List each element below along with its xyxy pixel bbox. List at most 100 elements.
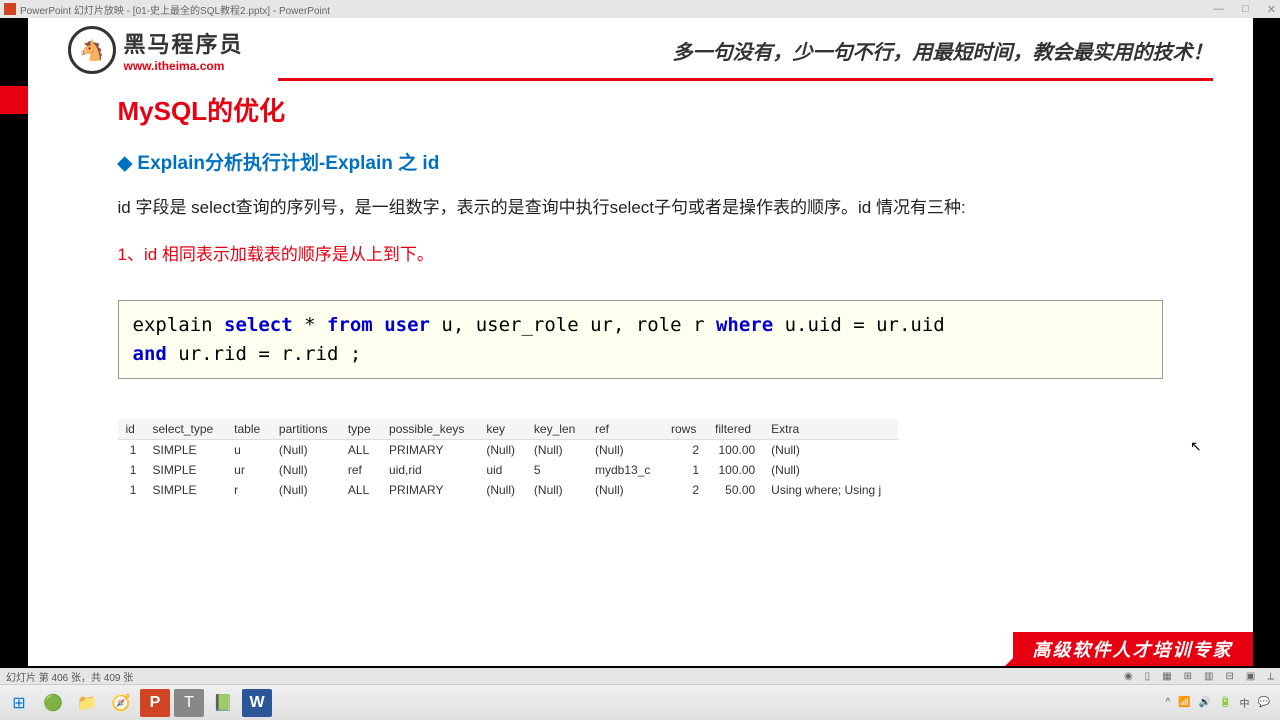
table-cell: 50.00 bbox=[707, 480, 763, 500]
explain-result-table: idselect_typetablepartitionstypepossible… bbox=[118, 419, 1163, 500]
view-icon[interactable]: ⟂ bbox=[1267, 671, 1274, 682]
window-title-bar: PowerPoint 幻灯片放映 - [01-史上最全的SQL教程2.pptx]… bbox=[0, 0, 1280, 18]
table-cell: (Null) bbox=[587, 480, 663, 500]
description: id 字段是 select查询的序列号，是一组数字，表示的是查询中执行selec… bbox=[118, 193, 1163, 224]
tray-battery-icon[interactable]: 🔋 bbox=[1219, 697, 1231, 708]
table-header: select_type bbox=[144, 419, 226, 440]
chrome-icon[interactable]: 🟢 bbox=[38, 689, 68, 717]
view-icon[interactable]: ◉ bbox=[1124, 671, 1133, 682]
table-header: filtered bbox=[707, 419, 763, 440]
table-cell: r bbox=[226, 480, 271, 500]
system-tray[interactable]: ^ 📶 🔊 🔋 中 💬 bbox=[1165, 695, 1276, 710]
text-app-icon[interactable]: T bbox=[174, 689, 204, 717]
table-cell: mydb13_c bbox=[587, 460, 663, 480]
table-cell: u bbox=[226, 440, 271, 461]
slide-header: 🐴 黑马程序员 www.itheima.com 多一句没有，少一句不行，用最短时… bbox=[28, 18, 1253, 74]
tray-volume-icon[interactable]: 🔊 bbox=[1199, 697, 1211, 708]
windows-taskbar[interactable]: ⊞ 🟢 📁 🧭 P T 📗 W ^ 📶 🔊 🔋 中 💬 bbox=[0, 684, 1280, 720]
table-header: possible_keys bbox=[381, 419, 478, 440]
word-icon[interactable]: W bbox=[242, 689, 272, 717]
table-cell: ALL bbox=[340, 480, 381, 500]
table-cell: 100.00 bbox=[707, 440, 763, 461]
table-cell: SIMPLE bbox=[144, 480, 226, 500]
table-cell: 2 bbox=[663, 480, 707, 500]
view-icon[interactable]: ▯ bbox=[1145, 671, 1151, 682]
slide-show-area[interactable]: 🐴 黑马程序员 www.itheima.com 多一句没有，少一句不行，用最短时… bbox=[0, 18, 1280, 668]
red-side-tab bbox=[0, 86, 28, 114]
powerpoint-icon bbox=[4, 3, 16, 15]
table-row: 1SIMPLEr(Null)ALLPRIMARY(Null)(Null)(Nul… bbox=[118, 480, 898, 500]
table-cell: 1 bbox=[663, 460, 707, 480]
browser-icon[interactable]: 🧭 bbox=[106, 689, 136, 717]
table-cell: (Null) bbox=[763, 440, 897, 461]
table-cell: (Null) bbox=[526, 440, 587, 461]
mouse-cursor-icon: ↖ bbox=[1190, 438, 1202, 455]
table-cell: ur bbox=[226, 460, 271, 480]
powerpoint-taskbar-icon[interactable]: P bbox=[140, 689, 170, 717]
table-cell: SIMPLE bbox=[144, 440, 226, 461]
table-header: ref bbox=[587, 419, 663, 440]
file-explorer-icon[interactable]: 📁 bbox=[72, 689, 102, 717]
app-icon[interactable]: 📗 bbox=[208, 689, 238, 717]
view-icon[interactable]: ⊞ bbox=[1184, 671, 1192, 682]
view-icon[interactable]: ▦ bbox=[1162, 671, 1171, 682]
table-row: 1SIMPLEu(Null)ALLPRIMARY(Null)(Null)(Nul… bbox=[118, 440, 898, 461]
status-bar: 幻灯片 第 406 张，共 409 张 ◉ ▯ ▦ ⊞ ▥ ⊟ ▣ ⟂ bbox=[0, 668, 1280, 684]
table-cell: (Null) bbox=[763, 460, 897, 480]
sub-title: Explain分析执行计划-Explain 之 id bbox=[118, 148, 1163, 175]
table-cell: 5 bbox=[526, 460, 587, 480]
window-controls: — □ ✕ bbox=[1213, 3, 1276, 16]
table-header: key_len bbox=[526, 419, 587, 440]
table-cell: uid,rid bbox=[381, 460, 478, 480]
slogan-text: 多一句没有，少一句不行，用最短时间，教会最实用的技术！ bbox=[673, 36, 1213, 65]
table-cell: (Null) bbox=[271, 460, 340, 480]
table-cell: Using where; Using j bbox=[763, 480, 897, 500]
logo-icon: 🐴 bbox=[68, 26, 116, 74]
view-icon[interactable]: ▣ bbox=[1246, 671, 1255, 682]
table-cell: 1 bbox=[118, 460, 145, 480]
tray-wifi-icon[interactable]: 📶 bbox=[1178, 697, 1190, 708]
table-header: table bbox=[226, 419, 271, 440]
table-cell: (Null) bbox=[478, 440, 526, 461]
window-title: PowerPoint 幻灯片放映 - [01-史上最全的SQL教程2.pptx]… bbox=[20, 2, 330, 17]
table-cell: 1 bbox=[118, 440, 145, 461]
table-cell: uid bbox=[478, 460, 526, 480]
table-cell: (Null) bbox=[271, 440, 340, 461]
table-header: id bbox=[118, 419, 145, 440]
start-button[interactable]: ⊞ bbox=[4, 689, 34, 717]
table-header: partitions bbox=[271, 419, 340, 440]
table-header: Extra bbox=[763, 419, 897, 440]
tray-notification-icon[interactable]: 💬 bbox=[1258, 697, 1270, 708]
table-cell: ALL bbox=[340, 440, 381, 461]
table-header: key bbox=[478, 419, 526, 440]
table-header: type bbox=[340, 419, 381, 440]
view-icon[interactable]: ⊟ bbox=[1225, 671, 1233, 682]
table-cell: 100.00 bbox=[707, 460, 763, 480]
view-icon[interactable]: ▥ bbox=[1204, 671, 1213, 682]
close-button[interactable]: ✕ bbox=[1267, 3, 1276, 16]
table-cell: (Null) bbox=[271, 480, 340, 500]
logo-block: 🐴 黑马程序员 www.itheima.com bbox=[68, 26, 244, 74]
footer-banner: 高级软件人才培训专家 bbox=[1013, 632, 1253, 666]
table-cell: SIMPLE bbox=[144, 460, 226, 480]
table-cell: (Null) bbox=[478, 480, 526, 500]
tray-chevron-icon[interactable]: ^ bbox=[1165, 697, 1170, 708]
slide-body: MySQL的优化 Explain分析执行计划-Explain 之 id id 字… bbox=[28, 81, 1253, 500]
maximize-button[interactable]: □ bbox=[1242, 3, 1249, 16]
minimize-button[interactable]: — bbox=[1213, 3, 1224, 16]
logo-text-cn: 黑马程序员 bbox=[124, 27, 244, 59]
table-cell: ref bbox=[340, 460, 381, 480]
red-note: 1、id 相同表示加载表的顺序是从上到下。 bbox=[118, 240, 1163, 271]
main-title: MySQL的优化 bbox=[118, 91, 1163, 128]
table-cell: PRIMARY bbox=[381, 480, 478, 500]
table-cell: 2 bbox=[663, 440, 707, 461]
table-cell: 1 bbox=[118, 480, 145, 500]
table-row: 1SIMPLEur(Null)refuid,riduid5mydb13_c110… bbox=[118, 460, 898, 480]
tray-ime-icon[interactable]: 中 bbox=[1240, 695, 1250, 710]
code-block: explain select * from user u, user_role … bbox=[118, 300, 1163, 379]
logo-url: www.itheima.com bbox=[124, 59, 244, 73]
slide-counter: 幻灯片 第 406 张，共 409 张 bbox=[6, 669, 133, 684]
table-header: rows bbox=[663, 419, 707, 440]
status-view-icons: ◉ ▯ ▦ ⊞ ▥ ⊟ ▣ ⟂ bbox=[1124, 671, 1274, 682]
table-cell: (Null) bbox=[526, 480, 587, 500]
